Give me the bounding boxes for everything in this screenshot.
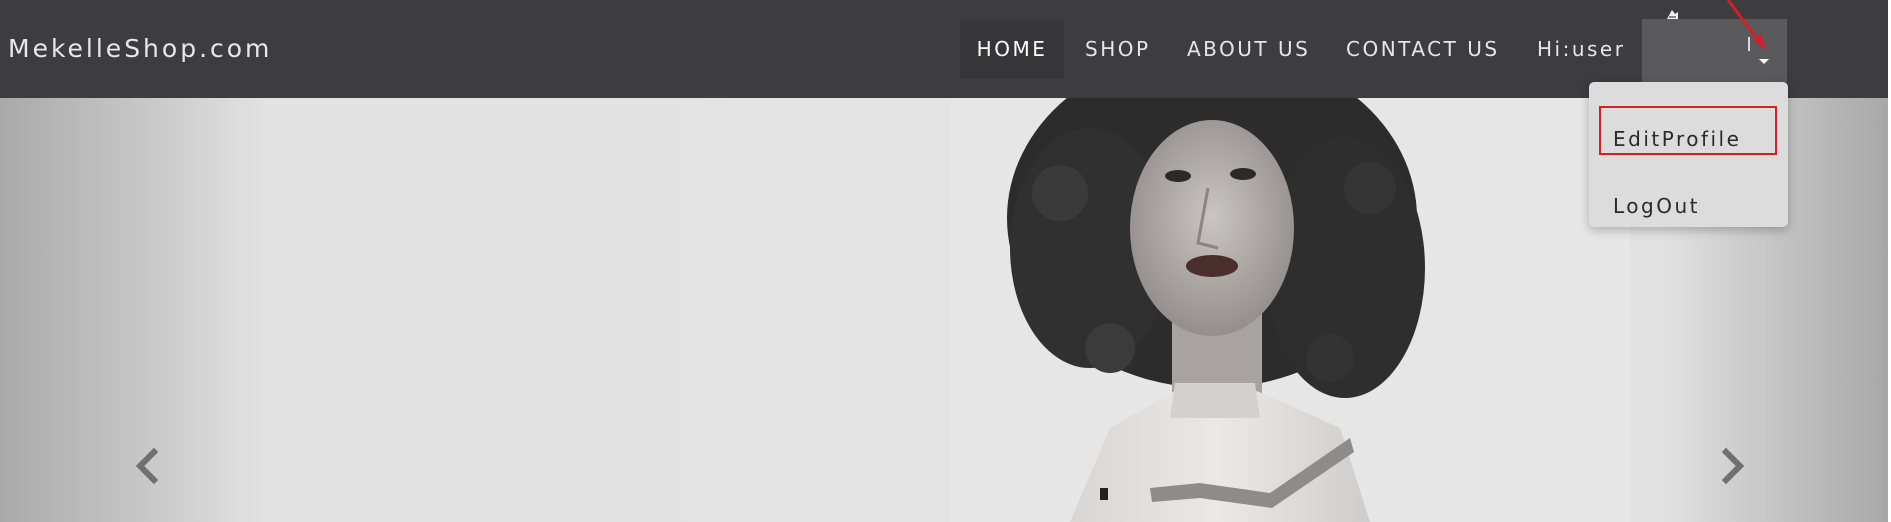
nav-contact-us[interactable]: CONTACT US xyxy=(1346,21,1500,78)
nav-about-us[interactable]: ABOUT US xyxy=(1187,21,1310,78)
annotation-arrow-icon xyxy=(1726,0,1766,50)
nav-shop[interactable]: SHOP xyxy=(1085,21,1151,78)
menu-item-edit-profile[interactable]: EditProfile xyxy=(1613,127,1741,151)
carousel-next-arrow[interactable] xyxy=(1718,446,1748,486)
user-greeting: Hi:user xyxy=(1537,37,1626,61)
user-icon xyxy=(1667,10,1678,19)
hero-model-photo xyxy=(950,98,1630,522)
carousel-prev-arrow[interactable] xyxy=(132,446,162,486)
user-dropdown-menu: EditProfile LogOut xyxy=(1589,82,1788,227)
brand-logo[interactable]: MekelleShop.com xyxy=(8,34,272,63)
nav-home[interactable]: HOME xyxy=(960,21,1064,78)
menu-item-logout[interactable]: LogOut xyxy=(1613,194,1700,218)
